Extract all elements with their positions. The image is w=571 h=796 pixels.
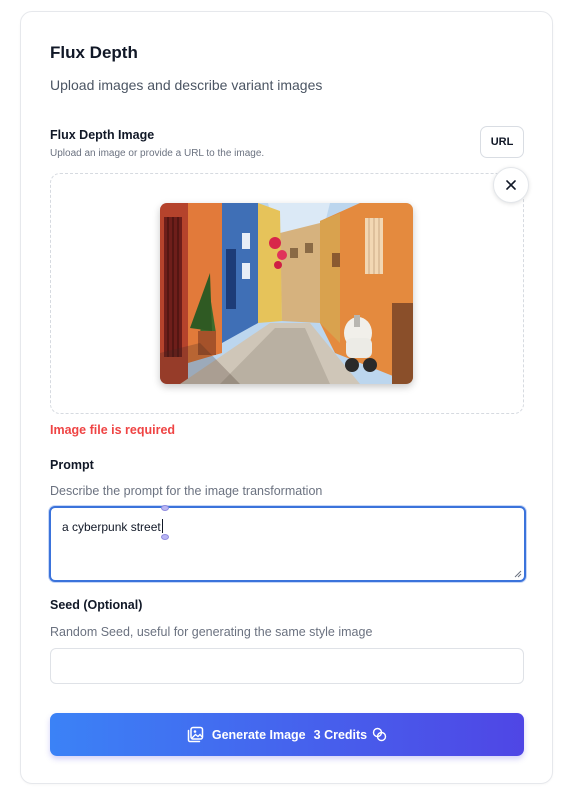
close-icon (506, 180, 516, 190)
coins-icon (372, 727, 387, 742)
form-card: Flux Depth Upload images and describe va… (20, 11, 553, 784)
prompt-value: a cyberpunk street (62, 520, 161, 534)
seed-field-description: Random Seed, useful for generating the s… (50, 625, 373, 639)
selection-handle-top[interactable] (161, 505, 169, 511)
image-error-message: Image file is required (50, 423, 176, 437)
credits-label: 3 Credits (313, 727, 368, 742)
prompt-text-wrapper: a cyberpunk street (62, 519, 163, 534)
generate-button-label: Generate Image (211, 727, 306, 742)
image-gallery-icon (187, 726, 204, 743)
image-field-label: Flux Depth Image (50, 128, 155, 142)
prompt-field-label: Prompt (50, 458, 94, 472)
uploaded-image-preview (160, 203, 413, 384)
generate-image-button[interactable]: Generate Image 3 Credits (50, 713, 524, 756)
remove-image-button[interactable] (493, 167, 529, 203)
prompt-textarea[interactable]: a cyberpunk street (49, 505, 526, 582)
page-title: Flux Depth (50, 43, 138, 62)
text-caret (161, 519, 163, 533)
resize-handle-icon[interactable] (514, 570, 522, 578)
url-button[interactable]: URL (480, 126, 524, 158)
seed-field-label: Seed (Optional) (50, 598, 143, 612)
prompt-field-description: Describe the prompt for the image transf… (50, 484, 323, 498)
page-subtitle: Upload images and describe variant image… (50, 77, 323, 93)
seed-input[interactable] (50, 648, 524, 684)
image-field-hint: Upload an image or provide a URL to the … (50, 148, 265, 159)
selection-handle-bottom[interactable] (161, 534, 169, 540)
